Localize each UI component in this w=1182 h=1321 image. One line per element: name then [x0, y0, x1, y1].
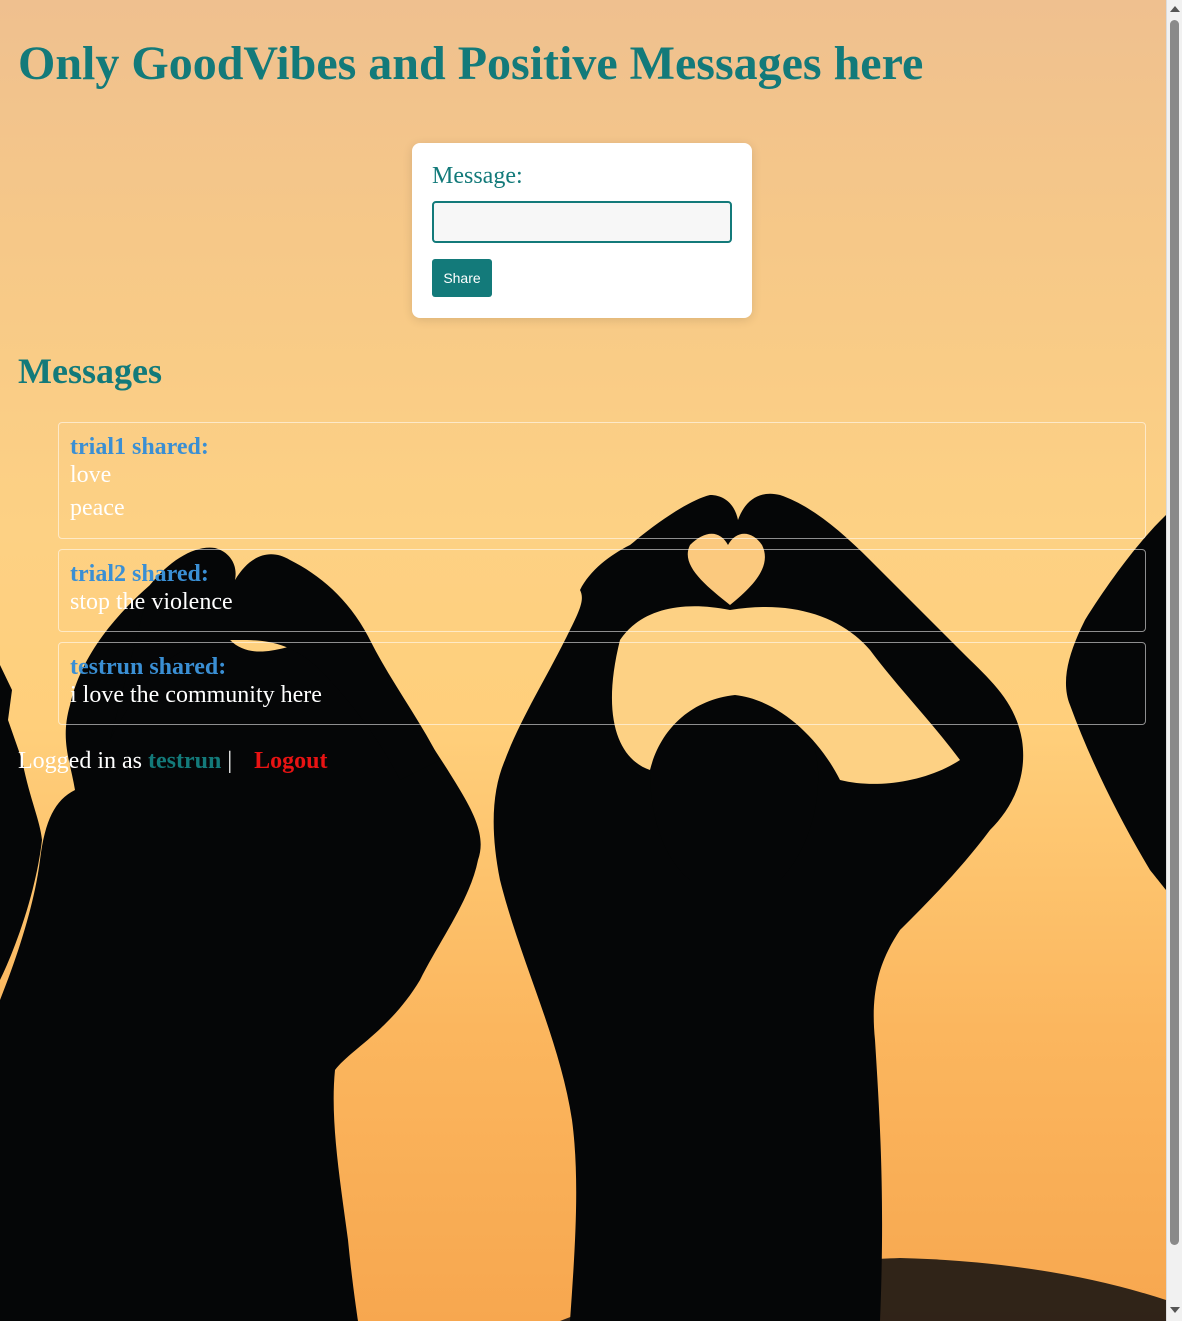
login-prefix: Logged in as	[18, 748, 142, 774]
messages-heading: Messages	[18, 351, 162, 391]
message-input[interactable]	[432, 201, 732, 243]
message-text: love	[70, 462, 112, 488]
message-text: stop the violence	[70, 589, 233, 615]
logged-in-username: testrun	[147, 748, 222, 774]
page-title: Only GoodVibes and Positive Messages her…	[18, 37, 924, 90]
message-author: trial1 shared:	[70, 434, 209, 460]
page-viewport: Only GoodVibes and Positive Messages her…	[0, 0, 1166, 1321]
message-author: trial2 shared:	[70, 561, 209, 587]
triangle-down-icon[interactable]	[1170, 1307, 1180, 1313]
message-item: trial1 shared: love peace	[58, 422, 1146, 539]
message-item: testrun shared: i love the community her…	[58, 642, 1146, 725]
message-text: i love the community here	[70, 682, 322, 708]
scrollbar-thumb[interactable]	[1170, 20, 1179, 1245]
footer-separator: |	[227, 748, 233, 774]
login-status: Logged in as testrun | Logout	[18, 748, 327, 775]
vertical-scrollbar[interactable]	[1166, 0, 1182, 1321]
triangle-up-icon[interactable]	[1170, 6, 1180, 12]
message-label: Message:	[432, 163, 523, 189]
share-button[interactable]: Share	[432, 259, 492, 297]
message-text: peace	[70, 495, 125, 521]
logout-link[interactable]: Logout	[254, 748, 327, 774]
message-item: trial2 shared: stop the violence	[58, 549, 1146, 632]
message-form: Message: Share	[412, 143, 752, 318]
message-author: testrun shared:	[70, 654, 227, 680]
